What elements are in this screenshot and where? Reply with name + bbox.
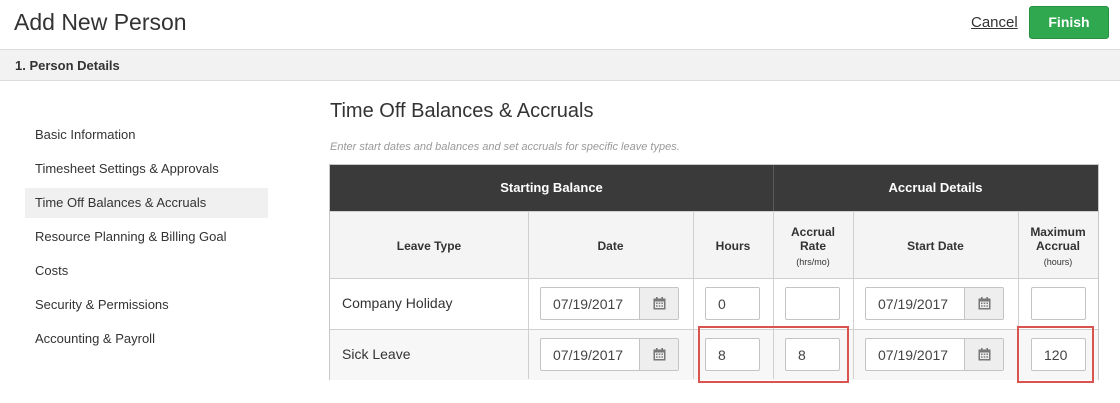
column-divider xyxy=(693,211,694,379)
col-header-start-date-label: Start Date xyxy=(907,238,964,253)
col-header-leave-type: Leave Type xyxy=(330,211,528,279)
column-divider xyxy=(853,211,854,379)
col-header-leave-type-label: Leave Type xyxy=(396,238,462,253)
sidebar-nav: Basic Information Timesheet Settings & A… xyxy=(25,120,268,358)
highlight-box-max-accrual xyxy=(1017,326,1094,383)
page-title: Add New Person xyxy=(14,9,187,35)
col-header-accrual-rate-unit: (hrs/mo) xyxy=(796,256,830,267)
start-date-value: 07/19/2017 xyxy=(878,296,949,312)
sidebar-item-timesheet-settings[interactable]: Timesheet Settings & Approvals xyxy=(25,154,268,184)
col-header-start-date: Start Date xyxy=(853,211,1018,279)
date-input[interactable]: 07/19/2017 xyxy=(540,338,679,371)
starting-balance-header: Starting Balance xyxy=(330,165,773,211)
col-header-max-accrual: Maximum Accrual (hours) xyxy=(1018,211,1098,279)
content-title: Time Off Balances & Accruals xyxy=(330,100,594,122)
col-header-accrual-rate: Accrual Rate (hrs/mo) xyxy=(773,211,853,279)
finish-button[interactable]: Finish xyxy=(1029,6,1109,39)
calendar-icon[interactable] xyxy=(639,288,678,319)
top-bar: Add New Person Cancel Finish xyxy=(0,0,1120,49)
col-header-hours: Hours xyxy=(693,211,773,279)
date-input[interactable]: 07/19/2017 xyxy=(540,287,679,320)
sidebar-item-security-permissions[interactable]: Security & Permissions xyxy=(25,290,268,320)
sidebar-item-basic-information[interactable]: Basic Information xyxy=(25,120,268,150)
start-date-input[interactable]: 07/19/2017 xyxy=(865,287,1004,320)
date-value: 07/19/2017 xyxy=(553,347,624,363)
col-header-hours-label: Hours xyxy=(715,238,751,253)
col-header-date: Date xyxy=(528,211,693,279)
section-title: 1. Person Details xyxy=(15,58,120,73)
content-subtitle: Enter start dates and balances and set a… xyxy=(330,141,680,153)
col-header-date-label: Date xyxy=(597,238,624,253)
calendar-icon[interactable] xyxy=(964,288,1003,319)
column-divider xyxy=(528,211,529,379)
col-header-accrual-rate-label: Accrual Rate xyxy=(790,224,836,253)
cancel-link[interactable]: Cancel xyxy=(971,14,1018,31)
sidebar-item-resource-planning[interactable]: Resource Planning & Billing Goal xyxy=(25,222,268,252)
col-header-max-accrual-label: Maximum Accrual xyxy=(1030,224,1086,253)
sidebar-item-accounting-payroll[interactable]: Accounting & Payroll xyxy=(25,324,268,354)
calendar-icon[interactable] xyxy=(964,339,1003,370)
accrual-details-header: Accrual Details xyxy=(773,165,1098,211)
accrual-rate-input[interactable] xyxy=(785,287,840,320)
hours-input[interactable]: 0 xyxy=(705,287,760,320)
hours-value: 0 xyxy=(718,296,726,312)
date-value: 07/19/2017 xyxy=(553,296,624,312)
table-row: Company Holiday 07/19/2017 0 07/19/2017 xyxy=(330,278,1098,329)
start-date-value: 07/19/2017 xyxy=(878,347,949,363)
start-date-input[interactable]: 07/19/2017 xyxy=(865,338,1004,371)
header-divider xyxy=(773,165,774,211)
leave-type-label: Company Holiday xyxy=(342,295,453,311)
calendar-icon[interactable] xyxy=(639,339,678,370)
max-accrual-input[interactable] xyxy=(1031,287,1086,320)
sidebar-item-costs[interactable]: Costs xyxy=(25,256,268,286)
highlight-box-hours-rate xyxy=(698,326,849,383)
col-header-max-accrual-unit: (hours) xyxy=(1043,256,1073,267)
sidebar-item-time-off-balances[interactable]: Time Off Balances & Accruals xyxy=(25,188,268,218)
leave-type-label: Sick Leave xyxy=(342,346,411,362)
section-bar: 1. Person Details xyxy=(0,49,1120,81)
